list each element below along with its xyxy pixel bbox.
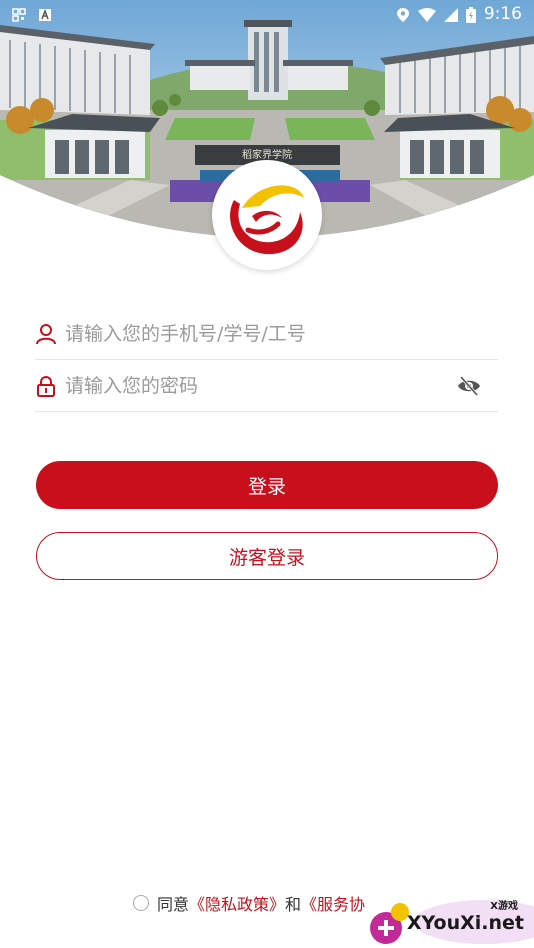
status-time: 9:16 — [483, 4, 522, 24]
location-icon — [396, 7, 410, 22]
wifi-icon — [417, 7, 436, 22]
account-field — [35, 308, 498, 360]
account-input[interactable] — [65, 322, 498, 345]
status-bar: 9:16 — [0, 0, 534, 28]
lock-icon — [35, 375, 57, 397]
agree-radio[interactable] — [133, 895, 149, 911]
qr-icon — [12, 7, 26, 22]
battery-icon — [465, 7, 476, 23]
watermark-text: XYouXi.net — [406, 912, 524, 934]
user-icon — [35, 323, 57, 345]
agreement-row: 同意 《隐私政策》 和 《服务协 — [133, 892, 365, 914]
password-field — [35, 360, 498, 412]
app-notification-icon — [38, 7, 52, 21]
signal-icon — [443, 7, 458, 22]
service-agreement-link[interactable]: 《服务协 — [301, 891, 365, 915]
password-input[interactable] — [65, 374, 456, 397]
agree-text: 同意 — [157, 895, 190, 914]
app-logo — [212, 160, 322, 270]
watermark: X游戏 XYouXi.net — [364, 888, 534, 948]
eye-off-icon[interactable] — [456, 373, 482, 399]
and-text: 和 — [285, 895, 302, 914]
login-button[interactable]: 登录 — [36, 461, 498, 509]
privacy-policy-link[interactable]: 《隐私政策》 — [189, 891, 285, 915]
guest-login-button[interactable]: 游客登录 — [36, 532, 498, 580]
watermark-small-text: X游戏 — [490, 901, 518, 912]
